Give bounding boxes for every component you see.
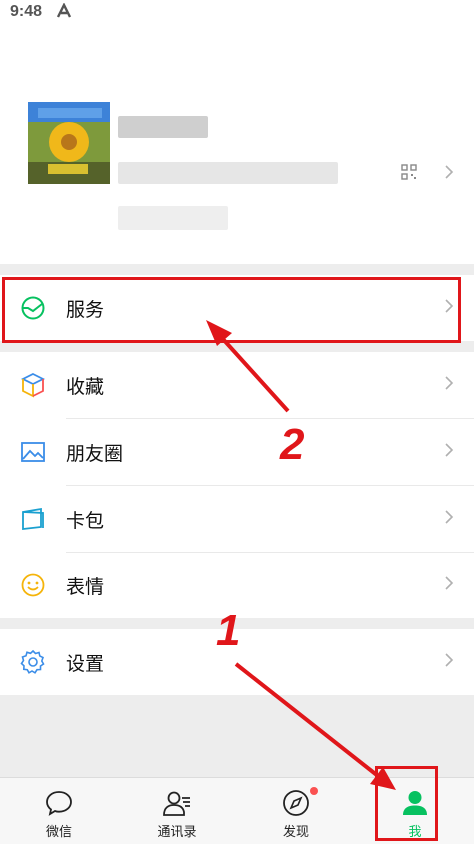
menu-item-label: 表情 (66, 576, 105, 598)
contacts-icon (163, 791, 190, 816)
menu-item-favorites[interactable]: 收藏 (0, 352, 474, 418)
tab-discover[interactable]: 发现 (237, 778, 355, 844)
moments-image-icon (21, 442, 45, 462)
qr-code-icon[interactable] (401, 164, 417, 180)
menu-item-label: 朋友圈 (66, 443, 124, 465)
menu-item-moments[interactable]: 朋友圈 (0, 419, 474, 485)
tab-chats[interactable]: 微信 (0, 778, 118, 844)
compass-icon (283, 790, 309, 816)
tab-label: 微信 (45, 825, 72, 840)
menu-item-label: 收藏 (66, 376, 105, 398)
card-wallet-icon (22, 507, 44, 531)
status-time: 9:48 (10, 3, 43, 20)
chevron-right-icon (445, 510, 454, 524)
favorites-cube-icon (20, 372, 46, 398)
highlight-box-me-tab (375, 766, 438, 841)
tab-label: 通讯录 (157, 825, 197, 840)
notification-a-icon (56, 3, 72, 18)
profile-name (118, 116, 208, 138)
profile-chevron-right-icon (445, 165, 454, 179)
tab-label: 发现 (282, 825, 309, 840)
menu-item-label: 设置 (66, 653, 105, 675)
main-menu-group: 收藏 朋友圈 卡包 表情 (0, 352, 474, 618)
smiley-face-icon (21, 573, 45, 597)
chevron-right-icon (445, 653, 454, 667)
chevron-right-icon (445, 376, 454, 390)
profile-wechat-id (118, 162, 338, 184)
gear-icon (20, 649, 45, 674)
menu-item-label: 卡包 (66, 510, 105, 532)
annotation-step-1: 1 (216, 606, 241, 655)
highlight-box-service (2, 277, 461, 343)
annotation-step-2: 2 (280, 420, 305, 469)
menu-item-cards[interactable]: 卡包 (0, 486, 474, 552)
profile-status (118, 206, 228, 230)
avatar[interactable] (28, 102, 110, 184)
tab-contacts[interactable]: 通讯录 (118, 778, 236, 844)
chevron-right-icon (445, 443, 454, 457)
discover-badge-dot (310, 787, 318, 795)
chevron-right-icon (445, 576, 454, 590)
profile-header[interactable] (0, 26, 474, 264)
chat-bubble-icon (46, 791, 72, 816)
status-bar: 9:48 (0, 0, 474, 26)
